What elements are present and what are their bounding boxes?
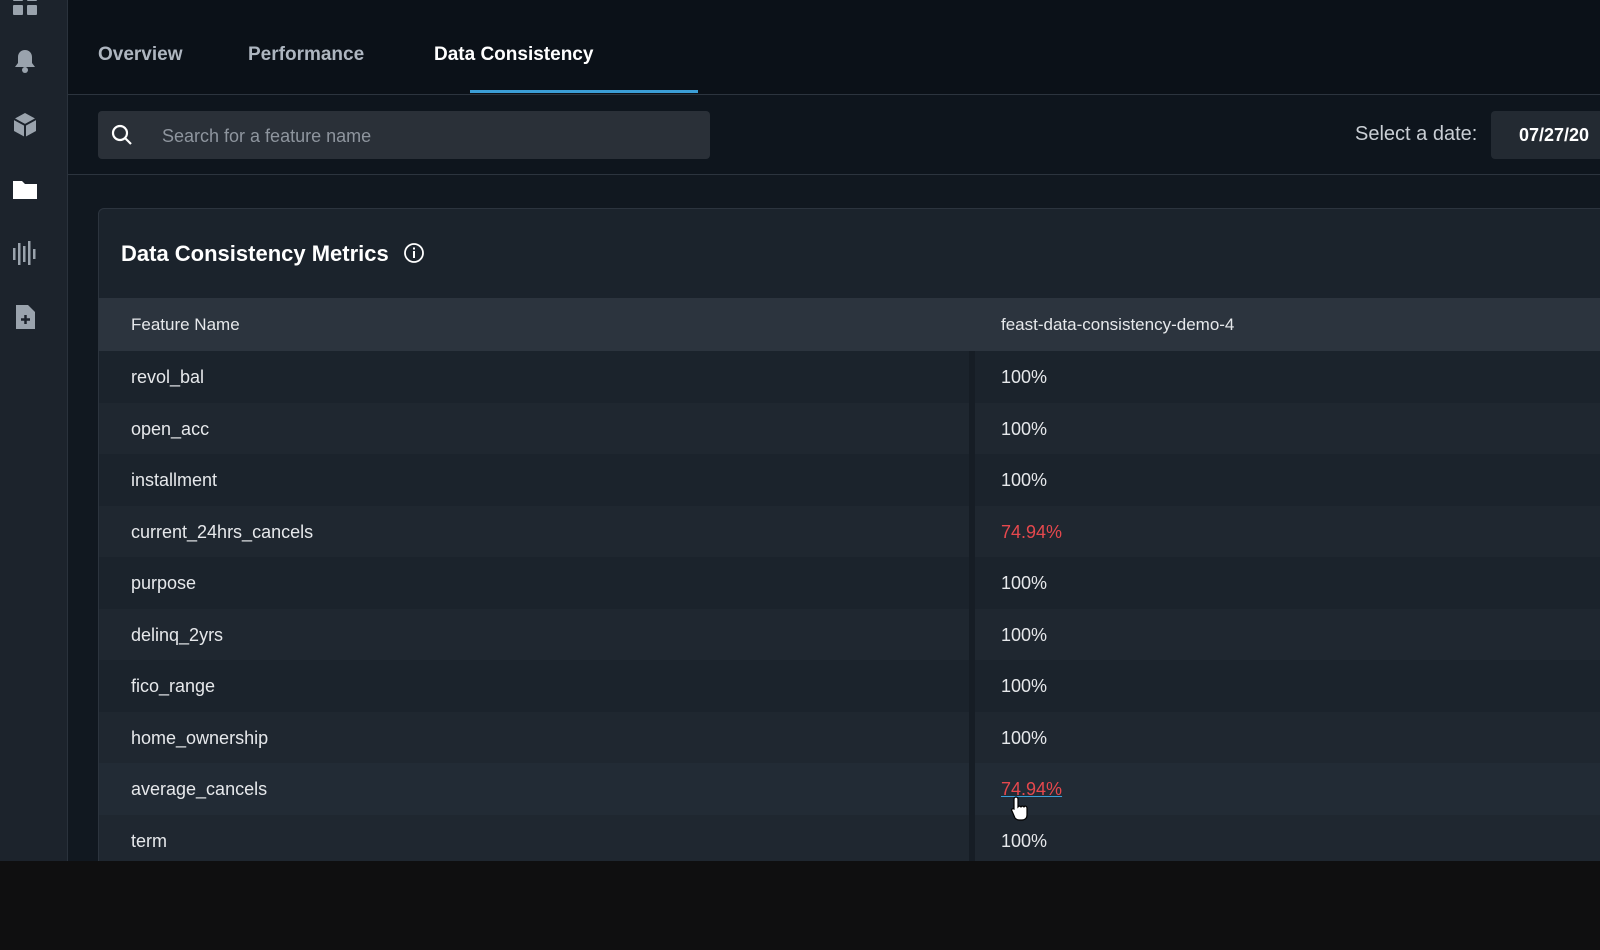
- table-row[interactable]: purpose 100%: [99, 557, 1600, 609]
- consistency-value-link[interactable]: 74.94%: [1001, 522, 1062, 543]
- consistency-value: 100%: [1001, 573, 1048, 593]
- table-row[interactable]: revol_bal 100%: [99, 351, 1600, 403]
- feature-name: term: [131, 830, 167, 851]
- feature-name: delinq_2yrs: [131, 624, 224, 645]
- bell-icon[interactable]: [12, 48, 38, 74]
- consistency-value: 100%: [1001, 624, 1048, 645]
- tab-overview[interactable]: Overview: [98, 44, 183, 66]
- consistency-value: 100%: [1001, 418, 1048, 439]
- date-value: 07/27/20: [1519, 125, 1590, 145]
- tab-data-consistency[interactable]: Data Consistency: [434, 44, 593, 66]
- table-row[interactable]: fico_range 100%: [99, 660, 1600, 712]
- file-plus-icon[interactable]: [12, 304, 38, 330]
- table-row[interactable]: delinq_2yrs 100%: [99, 608, 1600, 660]
- search-icon: [111, 124, 132, 145]
- feature-name: installment: [131, 470, 218, 490]
- table-row[interactable]: current_24hrs_cancels 74.94%: [99, 505, 1600, 557]
- activity-icon[interactable]: [12, 240, 38, 266]
- consistency-value: 100%: [1001, 727, 1048, 748]
- dashboard-icon[interactable]: [12, 0, 38, 16]
- feature-name: purpose: [131, 573, 197, 593]
- feature-name: revol_bal: [131, 367, 205, 387]
- feature-name: average_cancels: [131, 779, 268, 799]
- table-header: Feature Name feast-data-consistency-demo…: [99, 298, 1600, 351]
- feature-name: open_acc: [131, 418, 210, 439]
- table-row[interactable]: home_ownership 100%: [99, 711, 1600, 763]
- panel-title: Data Consistency Metrics: [121, 241, 389, 266]
- table-row[interactable]: open_acc 100%: [99, 402, 1600, 454]
- tab-bar: Overview Performance Data Consistency C: [68, 0, 1600, 95]
- toolbar: Select a date: 07/27/20: [68, 95, 1600, 175]
- column-header-dataset[interactable]: feast-data-consistency-demo-4: [1001, 315, 1234, 335]
- feature-name: home_ownership: [131, 727, 269, 748]
- tab-performance[interactable]: Performance: [248, 44, 364, 66]
- folder-icon[interactable]: [12, 176, 38, 202]
- consistency-value: 100%: [1001, 830, 1048, 851]
- consistency-value: 100%: [1001, 470, 1048, 490]
- metrics-panel: Data Consistency Metrics Feature Name fe…: [98, 208, 1600, 861]
- feature-name: fico_range: [131, 676, 216, 696]
- hand-pointer-icon: [1011, 796, 1028, 821]
- date-label: Select a date:: [1355, 123, 1478, 145]
- table-row[interactable]: term 100%: [99, 814, 1600, 861]
- table-row[interactable]: installment 100%: [99, 454, 1600, 506]
- column-header-feature[interactable]: Feature Name: [131, 315, 240, 335]
- sidebar: [0, 0, 68, 861]
- consistency-value: 100%: [1001, 676, 1048, 696]
- active-tab-indicator: [470, 90, 698, 93]
- cube-icon[interactable]: [12, 112, 38, 138]
- search-box: [98, 111, 710, 161]
- table-body: revol_bal 100% open_acc 100% installment 10…: [99, 351, 1600, 861]
- consistency-value: 100%: [1001, 367, 1048, 387]
- date-picker[interactable]: 07/27/20: [1491, 111, 1600, 159]
- info-icon[interactable]: [403, 242, 425, 264]
- table-row[interactable]: average_cancels 74.94%: [99, 763, 1600, 815]
- search-input[interactable]: [160, 111, 694, 161]
- app-window: Overview Performance Data Consistency C …: [0, 0, 1600, 861]
- feature-name: current_24hrs_cancels: [131, 521, 314, 542]
